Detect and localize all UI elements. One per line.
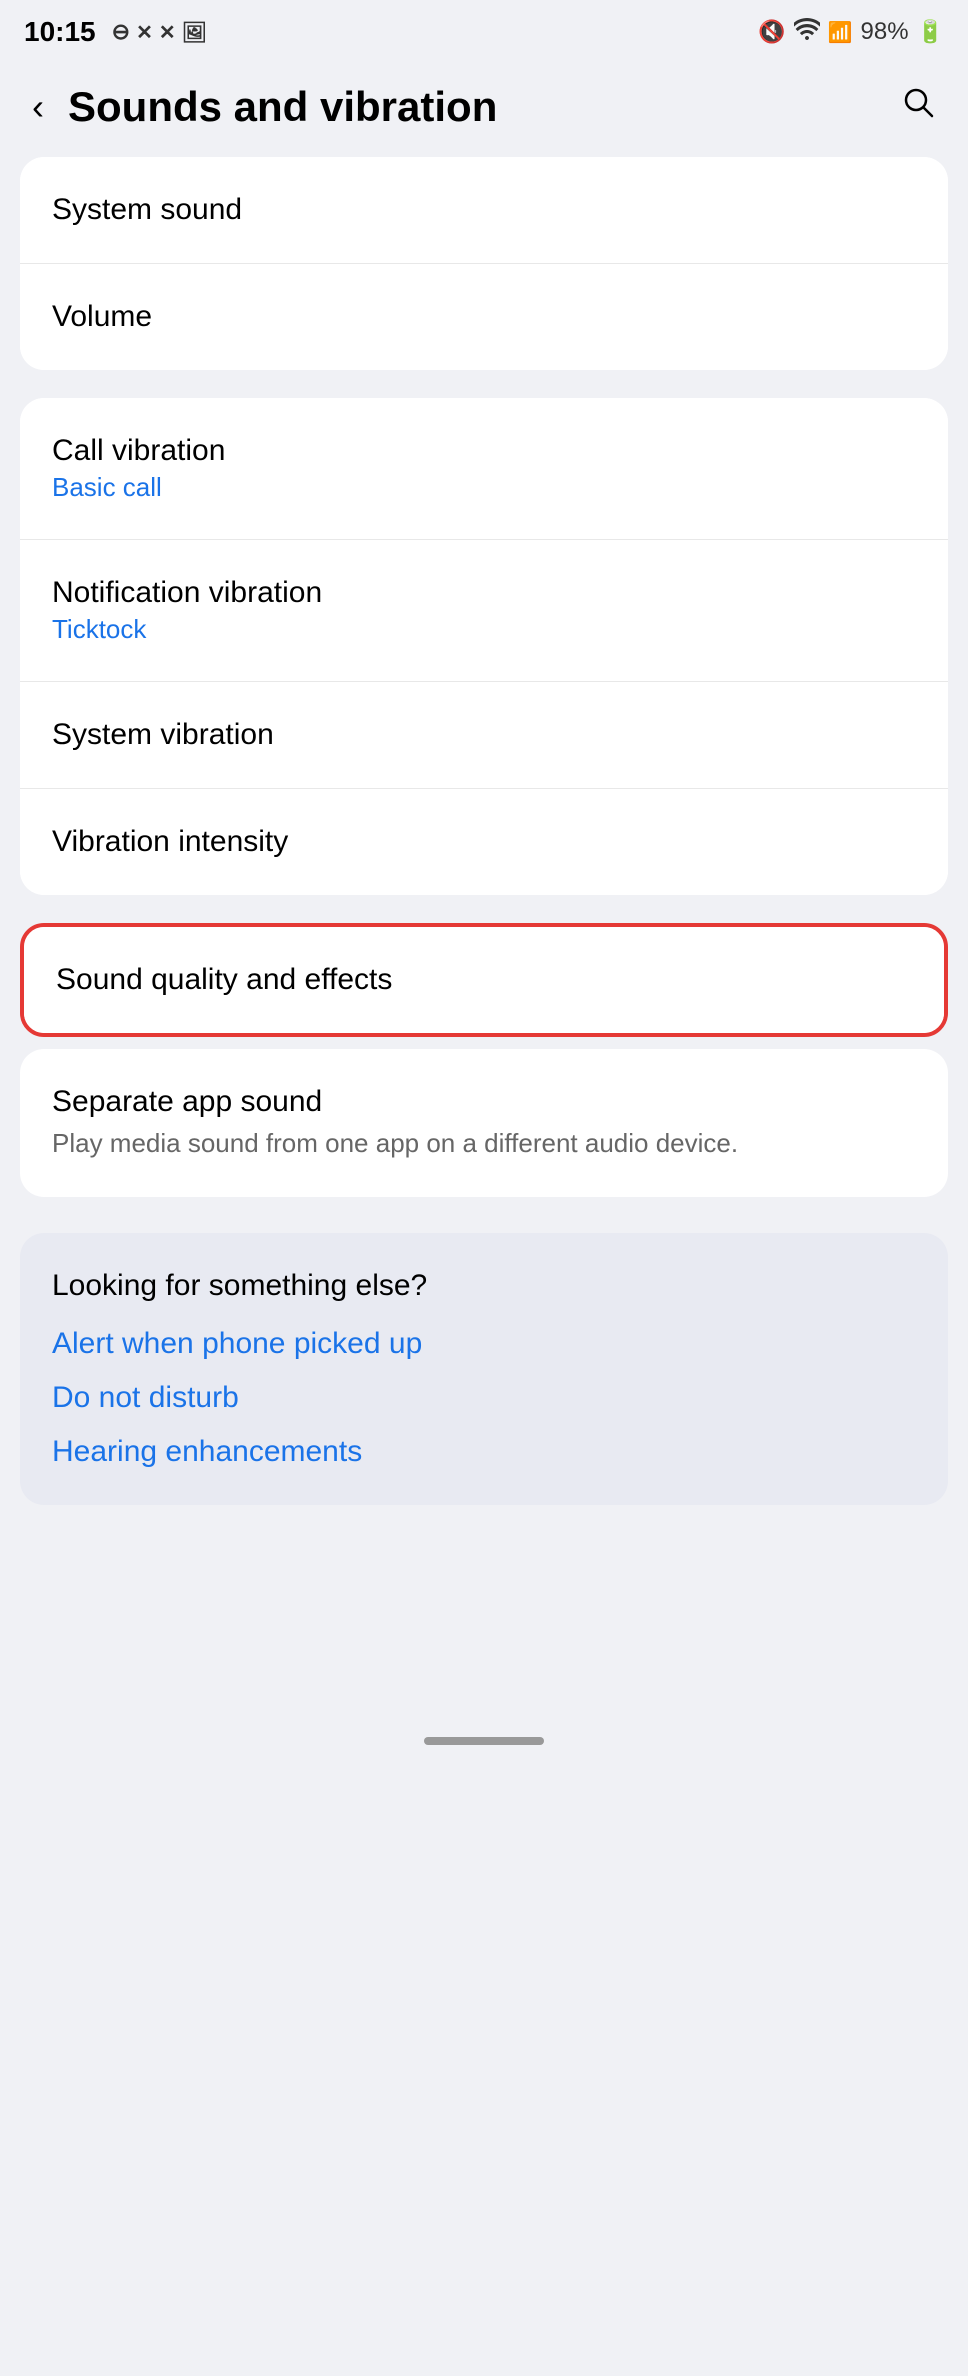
vibration-intensity-item[interactable]: Vibration intensity: [20, 789, 948, 895]
battery-percentage: 98%: [861, 18, 909, 46]
status-time: 10:15: [24, 16, 96, 48]
do-not-disturb-link[interactable]: Do not disturb: [52, 1381, 916, 1415]
section-vibration: Call vibration Basic call Notification v…: [20, 398, 948, 895]
battery-icon: 🔋: [917, 19, 944, 45]
status-bar: 10:15 ⊖ ✕ ✕ 🖼 🔇 📶 98% 🔋: [0, 0, 968, 60]
system-sound-label: System sound: [52, 193, 242, 227]
close-icon-1: ✕: [136, 20, 153, 45]
separate-app-sound-item[interactable]: Separate app sound Play media sound from…: [20, 1049, 948, 1197]
looking-for-title: Looking for something else?: [52, 1269, 916, 1303]
section-sound-volume: System sound Volume: [20, 157, 948, 370]
search-button[interactable]: [892, 76, 944, 137]
separate-app-sound-subtitle: Play media sound from one app on a diffe…: [52, 1125, 738, 1161]
section-sound-quality: Sound quality and effects: [20, 923, 948, 1037]
dnd-icon: ⊖: [112, 19, 130, 45]
alert-phone-link[interactable]: Alert when phone picked up: [52, 1327, 916, 1361]
volume-item[interactable]: Volume: [20, 264, 948, 370]
call-vibration-label: Call vibration: [52, 434, 225, 468]
sound-quality-label: Sound quality and effects: [56, 963, 392, 997]
system-sound-item[interactable]: System sound: [20, 157, 948, 264]
status-time-area: 10:15 ⊖ ✕ ✕ 🖼: [24, 16, 207, 48]
sound-quality-item[interactable]: Sound quality and effects: [24, 927, 944, 1033]
page-title: Sounds and vibration: [68, 83, 892, 131]
signal-icon: 📶: [828, 20, 853, 45]
hearing-enhancements-link[interactable]: Hearing enhancements: [52, 1435, 916, 1469]
looking-for-section: Looking for something else? Alert when p…: [20, 1233, 948, 1505]
status-left-icons: ⊖ ✕ ✕ 🖼: [112, 19, 207, 45]
wifi-icon: [794, 18, 820, 46]
separate-app-sound-label: Separate app sound: [52, 1085, 738, 1119]
image-icon: 🖼: [182, 20, 207, 45]
bottom-handle-area: [0, 1717, 968, 1775]
system-vibration-label: System vibration: [52, 718, 274, 752]
notification-vibration-label: Notification vibration: [52, 576, 322, 610]
home-indicator: [424, 1737, 544, 1745]
vibration-intensity-label: Vibration intensity: [52, 825, 288, 859]
call-vibration-subtitle: Basic call: [52, 472, 225, 503]
close-icon-2: ✕: [159, 20, 176, 45]
page-header: ‹ Sounds and vibration: [0, 60, 968, 157]
section-separate-sound: Separate app sound Play media sound from…: [20, 1049, 948, 1197]
mute-icon: 🔇: [758, 19, 785, 45]
system-vibration-item[interactable]: System vibration: [20, 682, 948, 789]
volume-label: Volume: [52, 300, 152, 334]
back-button[interactable]: ‹: [24, 78, 52, 136]
notification-vibration-subtitle: Ticktock: [52, 614, 322, 645]
status-right-icons: 🔇 📶 98% 🔋: [758, 18, 944, 46]
notification-vibration-item[interactable]: Notification vibration Ticktock: [20, 540, 948, 682]
call-vibration-item[interactable]: Call vibration Basic call: [20, 398, 948, 540]
